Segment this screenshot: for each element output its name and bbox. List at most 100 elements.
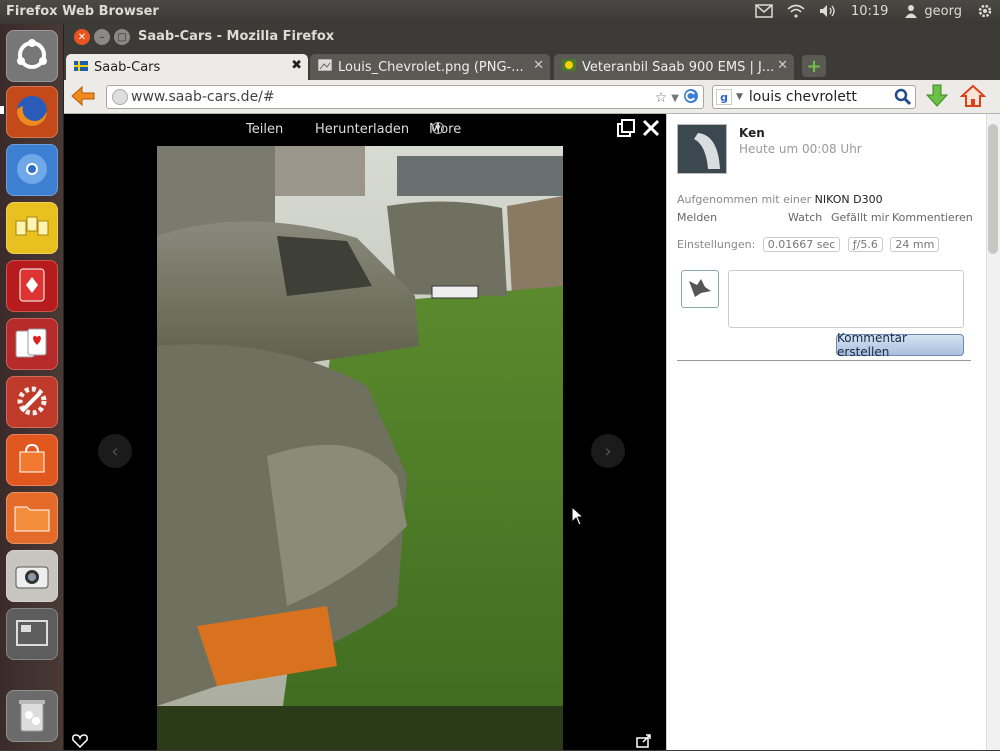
camera-prefix: Aufgenommen mit einer	[677, 193, 812, 206]
comment-textarea[interactable]	[728, 270, 964, 328]
close-icon	[641, 119, 661, 141]
share-button[interactable]	[636, 734, 652, 751]
popout-button[interactable]	[617, 119, 635, 140]
home-button[interactable]	[959, 84, 987, 111]
chevron-left-icon: ‹	[111, 440, 119, 462]
downloads-button[interactable]	[925, 84, 949, 111]
tab-label: Veteranbil Saab 900 EMS | J...	[582, 59, 775, 75]
clock[interactable]: 10:19	[851, 4, 888, 19]
search-input[interactable]: louis chevrolett	[749, 89, 857, 105]
tab-close-icon[interactable]: ✕	[777, 58, 788, 73]
engine-dropdown-icon[interactable]: ▼	[736, 92, 743, 102]
plus-icon: +	[806, 55, 822, 77]
popout-icon	[617, 119, 635, 140]
firefox-icon	[13, 92, 51, 133]
launcher-trash[interactable]	[6, 690, 58, 742]
navigation-toolbar: www.saab-cars.de/# ☆ ▼ g ▼ louis chevrol…	[64, 80, 1000, 114]
launcher-workspace-switcher[interactable]	[6, 608, 58, 660]
close-viewer-button[interactable]	[641, 118, 661, 141]
user-icon	[902, 2, 920, 20]
page-content: Teilen Herunterladen More ▼ ‹ › Ken Heut…	[64, 114, 1000, 750]
tab-saab-cars[interactable]: Saab-Cars ✖	[66, 54, 308, 80]
scrollbar-thumb[interactable]	[988, 124, 998, 254]
launcher-mahjongg[interactable]	[6, 202, 58, 254]
mahjongg-icon	[14, 211, 50, 246]
diamond-card-icon	[17, 267, 47, 306]
tab-veteranbil-saab[interactable]: Veteranbil Saab 900 EMS | J... ✕	[554, 54, 794, 80]
site-favicon-icon	[562, 59, 576, 75]
back-button[interactable]	[70, 85, 96, 110]
mouse-cursor	[571, 505, 585, 529]
launcher-firefox[interactable]	[6, 86, 58, 138]
launcher-shotwell[interactable]	[6, 550, 58, 602]
window-close-button[interactable]: ✕	[74, 29, 90, 45]
tab-close-icon[interactable]: ✕	[533, 58, 544, 73]
top-panel: Firefox Web Browser 10:19 georg	[0, 0, 1000, 24]
previous-photo-button[interactable]: ‹	[98, 434, 132, 468]
launcher-solitaire[interactable]	[6, 318, 58, 370]
active-app-title: Firefox Web Browser	[6, 4, 159, 19]
unity-launcher	[0, 24, 64, 750]
playing-cards-icon	[14, 325, 50, 364]
divider	[677, 360, 971, 361]
settings-wrench-icon	[14, 383, 50, 422]
heart-icon	[72, 734, 88, 751]
user-name: georg	[924, 3, 962, 19]
new-tab-button[interactable]: +	[802, 55, 826, 77]
shopping-bag-icon	[15, 442, 49, 479]
comment-link[interactable]: Kommentieren	[892, 211, 973, 224]
volume-icon[interactable]	[819, 2, 837, 20]
watch-link[interactable]: Watch	[788, 211, 822, 224]
trash-icon	[17, 697, 47, 736]
photo-sidebar: Ken Heute um 00:08 Uhr Aufgenommen mit e…	[666, 114, 1000, 750]
url-text: www.saab-cars.de/#	[131, 89, 275, 105]
download-arrow-icon	[925, 84, 949, 111]
url-bar[interactable]: www.saab-cars.de/# ☆ ▼	[106, 85, 704, 109]
gear-icon[interactable]	[976, 2, 994, 20]
submit-comment-button[interactable]: Kommentar erstellen	[836, 331, 964, 359]
history-dropdown-icon[interactable]: ▼	[671, 93, 679, 104]
launcher-software-center[interactable]	[6, 434, 58, 486]
camera-info: Aufgenommen mit einer NIKON D300	[677, 193, 883, 206]
tab-louis-chevrolet[interactable]: Louis_Chevrolet.png (PNG-... ✕	[310, 54, 550, 80]
user-menu[interactable]: georg	[902, 2, 962, 20]
window-title: Saab-Cars - Mozilla Firefox	[138, 29, 335, 44]
photo-viewer: Teilen Herunterladen More ▼ ‹ ›	[64, 114, 666, 750]
search-bar[interactable]: g ▼ louis chevrolett	[712, 85, 916, 109]
tab-close-icon[interactable]: ✖	[291, 58, 302, 73]
search-icon[interactable]	[894, 88, 912, 110]
site-identity-icon[interactable]	[112, 89, 128, 105]
author-name[interactable]: Ken	[739, 126, 765, 140]
sidebar-scrollbar[interactable]	[986, 114, 1000, 750]
launcher-chromium[interactable]	[6, 144, 58, 196]
next-photo-button[interactable]: ›	[591, 434, 625, 468]
post-timestamp[interactable]: Heute um 00:08 Uhr	[739, 142, 862, 156]
image-file-icon	[317, 58, 333, 75]
wifi-icon[interactable]	[787, 2, 805, 20]
settings-label: Einstellungen:	[677, 238, 756, 251]
chromium-icon	[13, 150, 51, 191]
back-arrow-icon	[70, 85, 96, 110]
bookmark-star-icon[interactable]: ☆	[655, 90, 668, 106]
launcher-cards-game[interactable]	[6, 260, 58, 312]
window-maximize-button[interactable]: □	[114, 29, 130, 45]
reload-icon[interactable]	[683, 88, 699, 108]
search-engine-icon[interactable]: g	[716, 89, 732, 105]
workspace-icon	[15, 618, 49, 651]
default-avatar-icon	[687, 277, 713, 302]
like-heart-button[interactable]	[72, 734, 88, 751]
avatar[interactable]	[677, 124, 727, 174]
mail-icon[interactable]	[755, 2, 773, 20]
dash-home-button[interactable]	[6, 30, 58, 82]
launcher-files[interactable]	[6, 492, 58, 544]
camera-model[interactable]: NIKON D300	[815, 193, 883, 206]
aperture-badge: ƒ/5.6	[847, 237, 883, 252]
like-link[interactable]: Gefällt mir	[831, 211, 889, 224]
launcher-system-settings[interactable]	[6, 376, 58, 428]
chevron-right-icon: ›	[604, 440, 612, 462]
download-menu-item[interactable]: Herunterladen	[315, 122, 409, 137]
window-minimize-button[interactable]: –	[94, 29, 110, 45]
share-menu-item[interactable]: Teilen	[246, 122, 283, 137]
focal-length-badge: 24 mm	[890, 237, 940, 252]
report-link[interactable]: Melden	[677, 211, 717, 224]
